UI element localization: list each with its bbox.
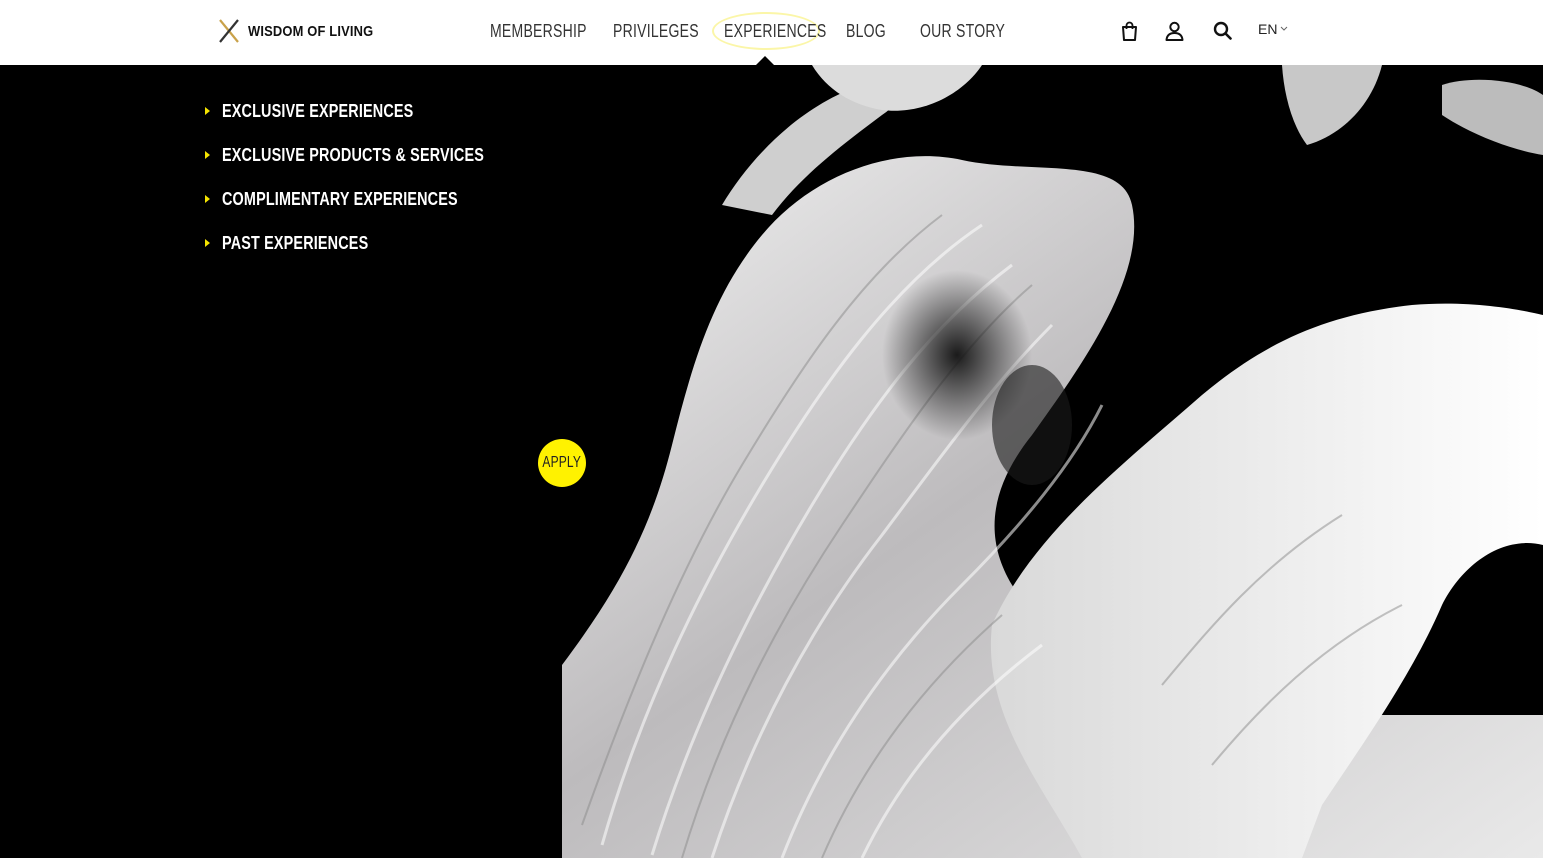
nav-our-story[interactable]: OUR STORY (920, 20, 1005, 42)
chevron-down-icon (1281, 26, 1288, 31)
user-icon[interactable] (1165, 21, 1184, 41)
menu-item-exclusive-experiences[interactable]: EXCLUSIVE EXPERIENCES (205, 100, 550, 122)
triangle-right-icon (205, 107, 210, 115)
nav-experiences[interactable]: EXPERIENCES (724, 20, 826, 42)
nav-privileges[interactable]: PRIVILEGES (613, 20, 699, 42)
menu-item-exclusive-products-services[interactable]: EXCLUSIVE PRODUCTS & SERVICES (205, 144, 550, 166)
menu-item-label: EXCLUSIVE EXPERIENCES (222, 100, 414, 121)
menu-item-complimentary-experiences[interactable]: COMPLIMENTARY EXPERIENCES (205, 188, 550, 210)
experiences-dropdown-menu: EXCLUSIVE EXPERIENCES EXCLUSIVE PRODUCTS… (205, 100, 550, 276)
language-selector[interactable]: EN (1258, 21, 1288, 37)
menu-item-label: PAST EXPERIENCES (222, 232, 369, 253)
paint-stroke-image (562, 65, 1543, 858)
bag-icon[interactable] (1121, 21, 1138, 41)
hero-artwork (562, 65, 1543, 858)
logo-link[interactable]: WISDOM OF LIVING (217, 18, 394, 44)
triangle-right-icon (205, 151, 210, 159)
nav-membership[interactable]: MEMBERSHIP (490, 20, 587, 42)
language-label: EN (1258, 21, 1278, 37)
nav-blog[interactable]: BLOG (846, 20, 886, 42)
triangle-right-icon (205, 195, 210, 203)
crossed-swords-logo-icon (219, 19, 239, 43)
menu-item-past-experiences[interactable]: PAST EXPERIENCES (205, 232, 550, 254)
menu-item-label: EXCLUSIVE PRODUCTS & SERVICES (222, 144, 485, 165)
search-icon[interactable] (1213, 21, 1232, 41)
dropdown-caret (756, 56, 774, 65)
apply-button[interactable]: APPLY (538, 439, 586, 487)
logo-text: WISDOM OF LIVING (248, 22, 374, 40)
menu-item-label: COMPLIMENTARY EXPERIENCES (222, 188, 458, 209)
apply-button-label: APPLY (542, 454, 582, 471)
triangle-right-icon (205, 239, 210, 247)
